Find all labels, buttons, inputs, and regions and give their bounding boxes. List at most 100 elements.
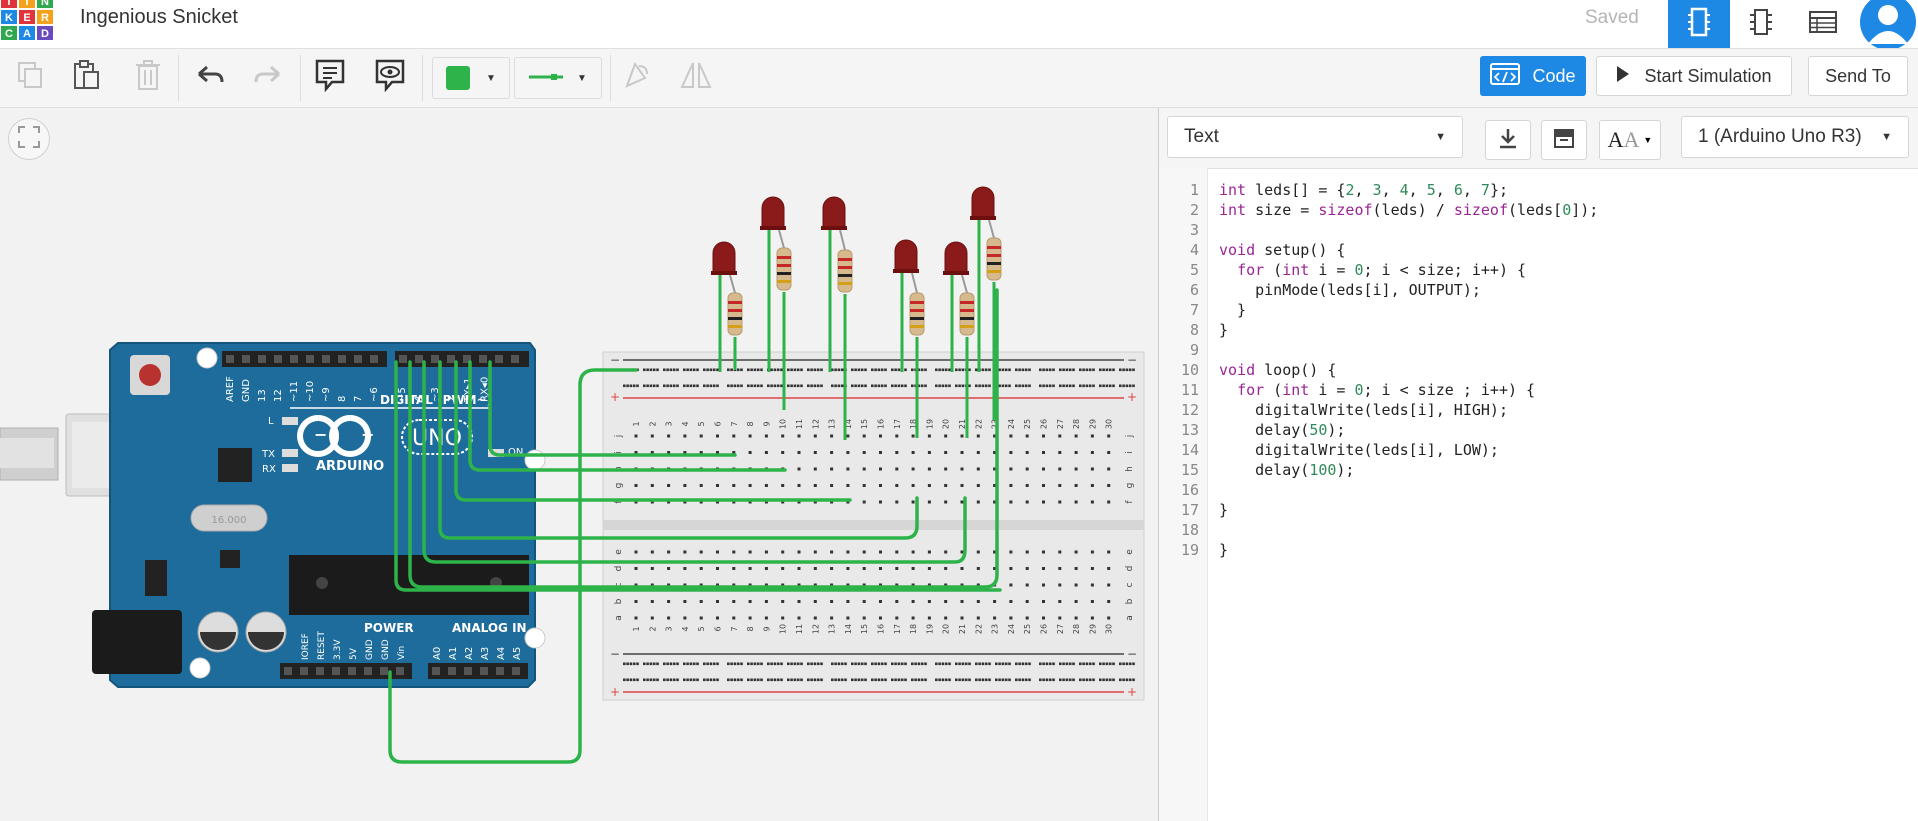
brand-label: ARDUINO [316,459,384,474]
redo-button[interactable] [246,57,290,97]
pin-label: 7 [353,396,364,402]
code-line: void setup() { [1219,241,1346,259]
download-code-button[interactable] [1485,120,1531,160]
rail-hole [740,384,743,388]
rail-hole [730,368,733,372]
breadboard-hole [797,600,801,603]
start-simulation-button[interactable]: Start Simulation [1596,56,1792,96]
breadboard-hole [813,451,817,454]
rail-hole [753,384,757,388]
rail-hole [880,368,884,372]
header-pin [399,355,407,363]
rail-hole [672,662,676,666]
row-letter: d [614,566,624,572]
wire-type-picker[interactable]: ▼ [514,57,602,99]
code-editor-panel: Text ▼ AA ▼ 1 (Arduino Uno R3) ▼ 1234567… [1158,108,1918,821]
rail-hole [807,662,810,666]
circuit-view-button[interactable] [1668,0,1730,48]
rail-hole [1021,662,1025,666]
breadboard-hole [716,567,719,570]
breadboard-hole [1090,616,1094,620]
component-list-button[interactable] [1792,0,1854,48]
code-editor[interactable]: int leds[] = {2, 3, 4, 5, 6, 7}; int size… [1207,168,1918,821]
schematic-view-button[interactable] [1730,0,1792,48]
delete-button[interactable] [126,57,170,97]
column-number: 5 [697,626,706,631]
rail-hole [1045,368,1049,372]
breadboard-hole [862,467,866,471]
rail-hole [663,384,666,388]
code-button[interactable]: Code [1480,56,1586,96]
device-select[interactable]: 1 (Arduino Uno R3) ▼ [1681,116,1909,158]
rail-hole [706,384,709,388]
breadboard-hole [699,616,703,620]
rail-hole [1021,678,1025,682]
rail-hole [767,384,770,388]
breadboard[interactable]: − −+ +− −+ +11223344556677889910101111121213… [602,351,1145,701]
pin-label: GND [241,379,252,402]
logo-letter: R [41,12,49,24]
rotate-icon [621,60,651,95]
rail-symbol: + [610,685,620,699]
undo-button[interactable] [188,57,232,97]
header-pin [332,667,340,675]
breadboard-hole [846,451,850,454]
breadboard-hole [960,484,964,487]
row-letter: c [1125,582,1135,587]
column-number: 11 [795,419,804,429]
breadboard-hole [634,434,638,438]
breadboard-hole [846,484,850,487]
paste-button[interactable] [64,57,108,97]
breadboard-hole [699,567,703,570]
breadboard-hole [1107,451,1111,454]
rail-hole [1105,678,1109,682]
resistor-band [777,256,791,259]
code-mode-select[interactable]: Text ▼ [1167,116,1463,158]
notes-button[interactable] [308,57,352,97]
font-size-button[interactable]: AA ▼ [1599,120,1661,160]
circuit-canvas[interactable]: − − + + − − + +1 1 2 2 3 3 4 4 5 5 6 6 7 7 8 8 9 9 10 10 11 11 12 12 13… [0,108,1158,821]
rail-hole [938,384,941,388]
breadboard-hole [846,550,850,554]
breadboard-hole [927,434,931,438]
rail-hole [864,662,867,666]
breadboard-hole [911,616,915,620]
wire-color-picker[interactable]: ▼ [432,57,510,99]
flip-button[interactable] [674,57,718,97]
rail-hole [692,662,696,666]
rail-hole [790,662,793,666]
send-to-button[interactable]: Send To [1808,56,1908,96]
rail-hole [831,678,834,682]
user-avatar[interactable] [1858,0,1918,48]
rail-hole [750,368,753,372]
rail-hole [988,384,991,388]
toggle-notes-button[interactable] [368,57,412,97]
column-number: 21 [958,624,967,634]
rail-symbol: + [610,390,620,404]
rail-hole [626,384,629,388]
rail-hole [1102,384,1105,388]
design-title[interactable]: Ingenious Snicket [80,6,238,29]
pin-label: A4 [496,647,507,660]
copy-button[interactable] [8,57,52,97]
rail-hole [696,678,699,682]
rail-hole [877,384,881,388]
rail-hole [820,368,823,372]
library-button[interactable] [1541,120,1587,160]
rail-hole [941,384,945,388]
tinkercad-logo[interactable]: T I N KER CAD [0,0,56,44]
rail-hole [773,662,777,666]
rail-hole [790,384,793,388]
breadboard-hole [1009,550,1013,554]
column-number: 24 [1007,624,1016,634]
rail-hole [692,384,696,388]
rail-hole [1062,662,1065,666]
column-number: 28 [1072,624,1081,634]
rail-hole [780,384,783,388]
breadboard-hole [732,567,736,570]
arduino-uno-board[interactable]: AREF GND 13 12 ~11 ~10 ~9 8 7 ~6 ~5 4 ~3 2 TX▸1 RX◂0DIG… [92,342,546,688]
rail-hole [975,678,978,682]
rotate-button[interactable] [614,57,658,97]
rail-hole [1015,662,1018,666]
rail-hole [643,662,646,666]
